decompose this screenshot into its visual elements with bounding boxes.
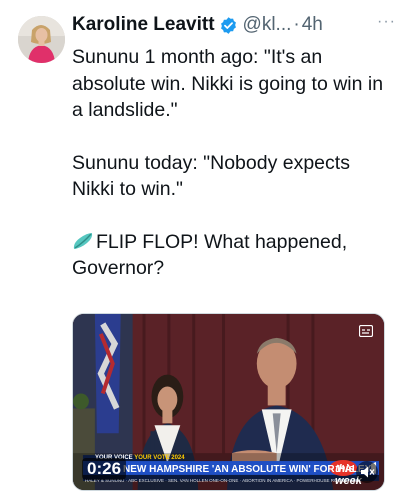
surfboard-icon (73, 232, 93, 249)
tweet-paragraph: FLIP FLOP! What happened, Governor? (72, 229, 394, 282)
tweet-paragraph: Sununu today: "Nobody expects Nikki to w… (72, 151, 350, 201)
avatar[interactable] (18, 16, 65, 63)
author-handle[interactable]: @kl... (243, 14, 292, 36)
separator-dot: · (293, 14, 300, 35)
author-name[interactable]: Karoline Leavitt (72, 14, 215, 36)
captions-icon[interactable] (359, 325, 373, 337)
avatar-image (18, 16, 65, 63)
tweet-text: Sununu 1 month ago: "It's an absolute wi… (72, 44, 394, 282)
verified-badge-icon (220, 16, 236, 34)
video-ticker: HALEY & SUNUNU · ABC EXCLUSIVE · SEN. VA… (85, 478, 362, 483)
tweet-header: Karoline Leavitt @kl... · 4h ··· (72, 12, 396, 38)
timestamp[interactable]: 4h (302, 14, 323, 36)
video-player[interactable]: YOUR VOICE YOUR VOTE 2024 NEW HAMPSHIRE … (72, 313, 385, 491)
tweet-paragraph: Sununu 1 month ago: "It's an absolute wi… (72, 46, 384, 121)
tweet: Karoline Leavitt @kl... · 4h ··· Sununu … (72, 12, 396, 282)
mute-button[interactable] (356, 461, 378, 483)
strip-yellow-text: YOUR VOTE 2024 (134, 455, 185, 461)
video-duration: 0:26 (82, 458, 127, 480)
more-options-icon[interactable]: ··· (377, 13, 396, 31)
speaker-muted-icon (361, 466, 375, 478)
tweet-last-text: FLIP FLOP! What happened, Governor? (72, 230, 348, 280)
